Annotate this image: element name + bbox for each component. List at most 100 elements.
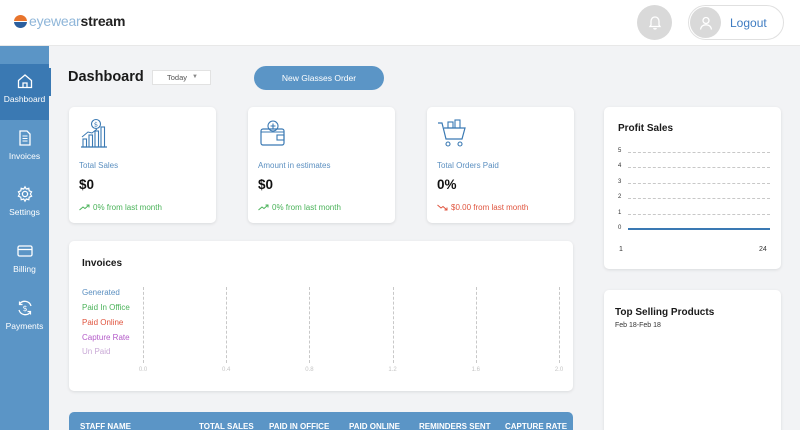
profit-gridline — [628, 152, 770, 153]
legend-item-capture-rate[interactable]: Capture Rate — [82, 333, 130, 342]
staff-table-header: STAFF NAME TOTAL SALES PAID IN OFFICE PA… — [69, 412, 573, 430]
wallet-icon — [260, 120, 285, 146]
active-indicator — [47, 68, 51, 96]
invoices-chart — [143, 287, 560, 363]
profit-gridline — [628, 213, 770, 215]
y-tick-label: 1 — [618, 209, 622, 216]
column-header[interactable]: TOTAL SALES — [199, 422, 254, 430]
sidebar-item-label: Invoices — [8, 151, 41, 161]
sidebar-item-label: Dashboard — [3, 94, 46, 104]
invoices-tick-label: 0.8 — [305, 367, 314, 373]
column-header[interactable]: CAPTURE RATE — [505, 422, 567, 430]
profit-sales-title: Profit Sales — [618, 123, 674, 134]
dollar-cycle-icon: $ — [17, 300, 32, 316]
top-bar: eyewearstream Logout — [0, 0, 800, 46]
stat-delta-text: 0% from last month — [93, 203, 162, 212]
svg-text:$: $ — [94, 121, 98, 129]
stat-title: Amount in estimates — [258, 161, 331, 170]
profit-gridline — [628, 198, 770, 200]
legend-item-generated[interactable]: Generated — [82, 288, 120, 297]
legend-item-paid-online[interactable]: Paid Online — [82, 318, 123, 327]
stat-title: Total Orders Paid — [437, 161, 499, 170]
stat-value: $0 — [79, 177, 95, 192]
notifications-button[interactable] — [637, 5, 672, 40]
trend-up-icon — [258, 204, 269, 211]
logout-label: Logout — [730, 16, 767, 30]
y-tick-label: 3 — [618, 178, 622, 185]
stat-card-amount-in-estimates: Amount in estimates $0 0% from last mont… — [248, 107, 395, 223]
new-glasses-order-button[interactable]: New Glasses Order — [254, 66, 384, 90]
document-icon — [18, 130, 31, 146]
chevron-down-icon: ▼ — [192, 74, 198, 80]
sidebar: Dashboard Invoices Settings Billing $ Pa… — [0, 46, 51, 430]
top-selling-card: Top Selling Products Feb 18-Feb 18 — [604, 290, 781, 430]
y-tick-label: 2 — [618, 194, 622, 201]
invoices-gridline — [143, 287, 144, 363]
column-header[interactable]: STAFF NAME — [80, 422, 131, 430]
stat-card-total-sales: $ Total Sales $0 0% from last month — [69, 107, 216, 223]
stat-delta: 0% from last month — [258, 203, 341, 212]
stat-card-total-orders-paid: Total Orders Paid 0% $0.00 from last mon… — [427, 107, 574, 223]
x-tick-label: 1 — [619, 246, 623, 253]
logo-text-bold: stream — [80, 13, 126, 29]
sales-chart-icon: $ — [81, 118, 107, 148]
legend-item-paid-in-office[interactable]: Paid In Office — [82, 303, 130, 312]
logout-button[interactable]: Logout — [688, 5, 784, 40]
x-tick-label: 24 — [759, 246, 767, 253]
trend-up-icon — [79, 204, 90, 211]
invoices-tick-label: 1.2 — [388, 367, 397, 373]
sidebar-item-label: Settings — [9, 207, 40, 217]
svg-text:$: $ — [22, 304, 27, 313]
column-header[interactable]: REMINDERS SENT — [419, 422, 491, 430]
avatar — [690, 7, 721, 38]
invoices-gridline — [309, 287, 311, 363]
stat-delta-text: 0% from last month — [272, 203, 341, 212]
legend-item-un-paid[interactable]: Un Paid — [82, 347, 110, 356]
stat-title: Total Sales — [79, 161, 119, 170]
invoices-gridline — [392, 287, 394, 363]
home-icon — [17, 74, 32, 89]
period-select[interactable]: Today ▼ — [152, 70, 211, 85]
invoices-tick-label: 1.6 — [471, 367, 480, 373]
stat-value: $0 — [258, 177, 274, 192]
sidebar-item-label: Billing — [13, 264, 36, 274]
stat-delta-text: $0.00 from last month — [451, 203, 529, 212]
invoices-tick-label: 2.0 — [554, 367, 564, 373]
logo-text-light: eyewear — [29, 13, 81, 29]
user-icon — [699, 16, 712, 30]
credit-card-icon — [16, 245, 33, 257]
top-selling-title: Top Selling Products — [615, 307, 715, 318]
y-tick-label: 0 — [618, 225, 622, 231]
invoices-tick-label: 0.0 — [138, 367, 148, 373]
invoices-title: Invoices — [82, 258, 123, 269]
gear-icon — [17, 185, 32, 203]
app-logo[interactable]: eyewearstream — [14, 13, 125, 29]
invoices-gridline — [226, 287, 228, 363]
sidebar-item-dashboard[interactable]: Dashboard — [0, 64, 49, 120]
profit-gridline — [628, 167, 770, 169]
top-selling-range: Feb 18-Feb 18 — [615, 322, 661, 329]
logo-mark-icon — [14, 14, 27, 28]
sidebar-item-billing[interactable]: Billing — [0, 234, 49, 290]
profit-series-line — [628, 228, 770, 230]
trend-down-icon — [437, 204, 448, 211]
column-header[interactable]: PAID IN OFFICE — [269, 422, 329, 430]
sidebar-item-label: Payments — [5, 321, 44, 331]
shopping-cart-icon — [438, 119, 466, 147]
y-tick-label: 5 — [618, 148, 622, 154]
profit-sales-card: Profit Sales 5 4 3 2 1 0 1 24 — [604, 107, 781, 269]
sidebar-item-settings[interactable]: Settings — [0, 177, 49, 233]
sidebar-item-invoices[interactable]: Invoices — [0, 121, 49, 177]
stat-delta: 0% from last month — [79, 203, 162, 212]
stat-delta: $0.00 from last month — [437, 203, 528, 212]
column-header[interactable]: PAID ONLINE — [349, 422, 400, 430]
sidebar-item-payments[interactable]: $ Payments — [0, 291, 49, 347]
stat-value: 0% — [437, 177, 457, 192]
invoices-card: Invoices Generated Paid In Office Paid O… — [69, 241, 573, 391]
invoices-gridline — [559, 287, 560, 363]
invoices-gridline — [475, 287, 477, 363]
page-title: Dashboard — [68, 69, 144, 85]
y-tick-label: 4 — [618, 163, 622, 170]
bell-icon — [648, 15, 661, 30]
period-select-value: Today — [167, 73, 188, 82]
